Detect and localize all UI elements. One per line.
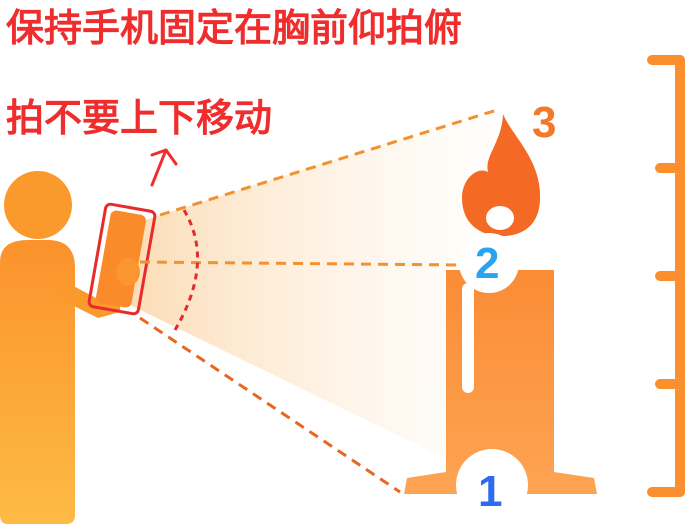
- marker-3-label: 3: [532, 98, 556, 147]
- flame-core: [486, 206, 514, 230]
- marker-1-label: 1: [478, 467, 502, 516]
- up-arrow-icon: [150, 148, 178, 187]
- marker-2-label: 2: [475, 239, 499, 288]
- shooting-diagram: 2 1 3: [0, 55, 685, 524]
- height-ruler-icon: [647, 55, 685, 497]
